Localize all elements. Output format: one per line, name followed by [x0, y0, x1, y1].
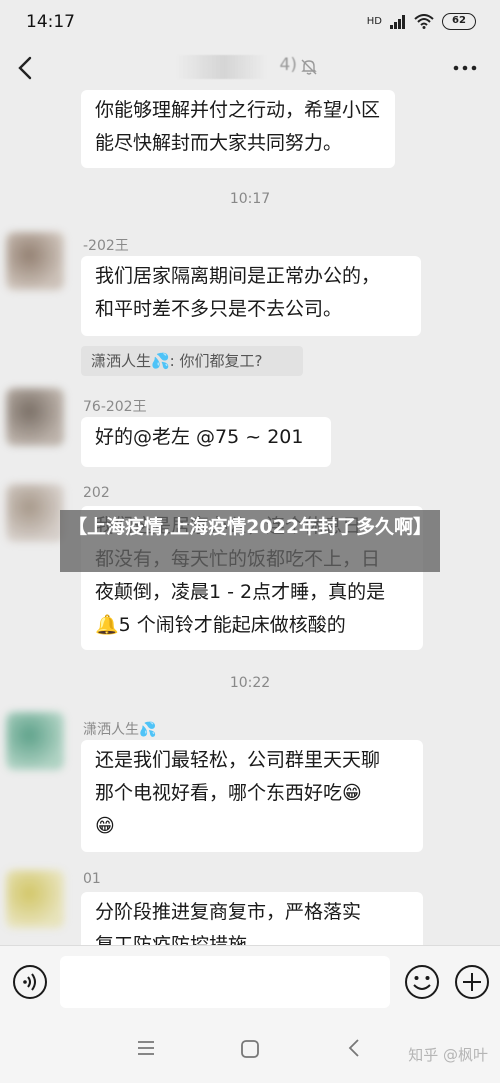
wifi-icon — [414, 14, 434, 29]
message-bubble[interactable]: 分阶段推进复商复市，严格落实 复工防疫防控措施 — [81, 892, 423, 945]
recent-apps-icon[interactable] — [136, 1039, 156, 1057]
status-icons: HD 62 — [367, 13, 476, 30]
sender-name: -202王 — [83, 238, 129, 254]
status-bar: 14:17 HD 62 — [0, 0, 500, 46]
sender-name: 01 — [83, 871, 101, 887]
message-bubble[interactable]: 你能够理解并付之行动，希望小区 能尽快解封而大家共同努力。 — [81, 90, 395, 168]
chat-screen: 14:17 HD 62 4) 你能够理解并付之行动，希望小区 能尽快解封而大家共… — [0, 0, 500, 1083]
chat-header: 4) — [0, 46, 500, 90]
system-navigation-bar: 知乎 @枫叶 — [0, 1017, 500, 1083]
add-plus-icon[interactable] — [454, 964, 490, 1000]
avatar[interactable] — [6, 484, 64, 542]
more-options-icon[interactable] — [452, 54, 478, 82]
home-icon[interactable] — [240, 1039, 260, 1059]
network-type-label: HD — [366, 15, 382, 27]
mute-bell-icon — [301, 59, 317, 75]
sender-name: 潇洒人生💦 — [83, 722, 157, 738]
avatar[interactable] — [6, 232, 64, 290]
message-bubble[interactable]: 还是我们最轻松，公司群里天天聊 那个电视好看，哪个东西好吃😁 😁 — [81, 740, 423, 852]
avatar[interactable] — [6, 712, 64, 770]
timestamp: 10:22 — [229, 675, 271, 691]
message-input[interactable] — [60, 956, 390, 1008]
battery-icon: 62 — [442, 13, 476, 30]
status-time: 14:17 — [26, 12, 75, 32]
sender-name: 76-202王 — [83, 399, 147, 415]
timestamp: 10:17 — [229, 191, 271, 207]
title-overlay-banner: 【上海疫情,上海疫情2022年封了多久啊】 — [60, 510, 440, 572]
voice-input-icon[interactable] — [12, 964, 48, 1000]
avatar[interactable] — [6, 388, 64, 446]
message-bubble[interactable]: 我们居家隔离期间是正常办公的， 和平时差不多只是不去公司。 — [81, 256, 421, 336]
chat-title: 4) — [175, 55, 297, 79]
signal-icon — [390, 14, 405, 29]
emoji-icon[interactable] — [404, 964, 440, 1000]
watermark: 知乎 @枫叶 — [408, 1046, 488, 1064]
back-arrow-icon[interactable] — [12, 50, 40, 86]
avatar[interactable] — [6, 870, 64, 928]
message-bubble[interactable]: 好的@老左 @75 ~ 201 — [81, 417, 331, 467]
input-bar — [0, 945, 500, 1017]
quoted-message[interactable]: 潇洒人生💦: 你们都复工? — [81, 346, 303, 376]
nav-back-icon[interactable] — [346, 1037, 362, 1059]
sender-name: 202 — [83, 485, 110, 501]
